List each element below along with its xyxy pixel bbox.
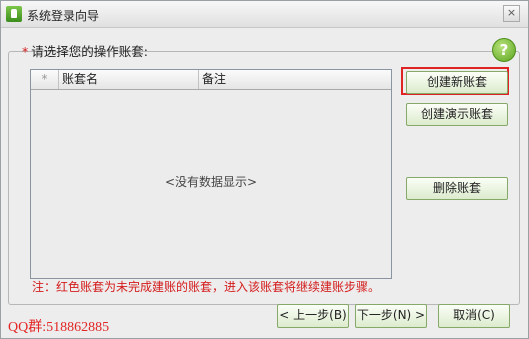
prompt-label: 请选择您的操作账套: (31, 44, 148, 59)
unfinished-account-note: 注：红色账套为未完成建账的账套，进入该账套将继续建账步骤。 (32, 280, 381, 294)
title-bar: 系统登录向导 × (1, 1, 528, 28)
select-account-prompt: * 请选择您的操作账套: (22, 41, 148, 60)
grid-header: * 账套名 备注 (31, 70, 391, 90)
close-button[interactable]: × (503, 5, 520, 22)
delete-account-button[interactable]: 删除账套 (406, 177, 508, 200)
cancel-button[interactable]: 取消(C) (438, 304, 510, 328)
column-header-marker[interactable]: * (31, 70, 59, 89)
previous-button[interactable]: < 上一步(B) (277, 304, 349, 328)
account-grid[interactable]: * 账套名 备注 <没有数据显示> (30, 69, 392, 279)
create-account-button[interactable]: 创建新账套 (406, 71, 508, 94)
app-lock-icon (6, 6, 22, 22)
empty-grid-message: <没有数据显示> (164, 175, 258, 189)
create-demo-account-button[interactable]: 创建演示账套 (406, 103, 508, 126)
required-mark: * (22, 44, 29, 59)
next-button[interactable]: 下一步(N) > (355, 304, 427, 328)
qq-group-watermark: QQ群:518862885 (8, 320, 110, 335)
column-header-note[interactable]: 备注 (199, 70, 391, 89)
column-header-account-name[interactable]: 账套名 (59, 70, 199, 89)
help-icon[interactable]: ? (492, 38, 516, 62)
window-title: 系统登录向导 (27, 9, 100, 23)
